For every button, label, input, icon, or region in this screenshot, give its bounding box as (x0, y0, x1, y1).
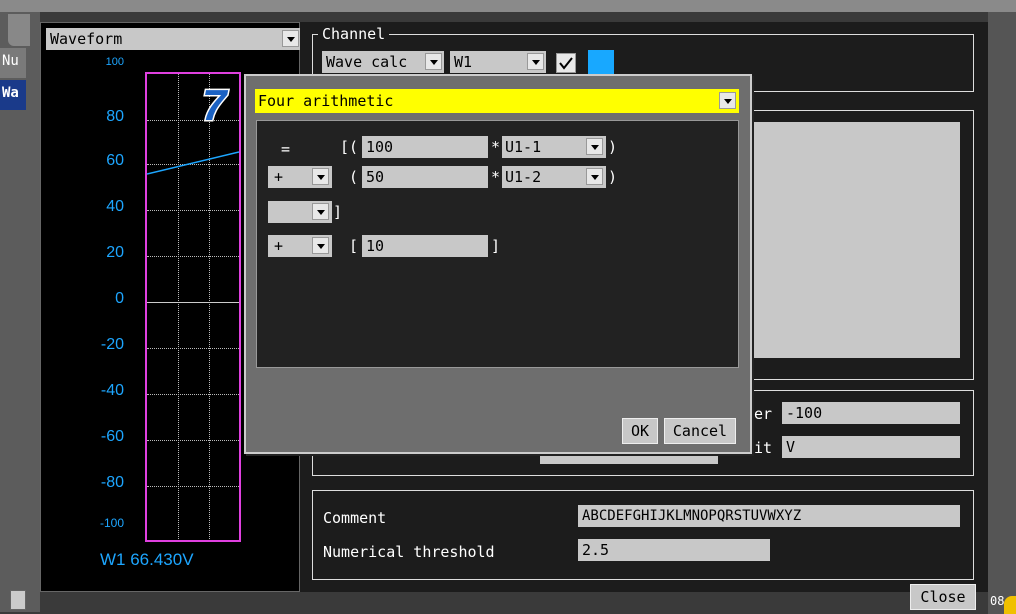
threshold-field[interactable]: 2.5 (578, 539, 770, 561)
channel-select[interactable]: W1 (450, 51, 546, 73)
cancel-button[interactable]: Cancel (664, 418, 736, 444)
multiply-sign: * (491, 168, 501, 186)
chevron-down-icon[interactable] (586, 138, 603, 155)
channel-legend: Channel (318, 25, 390, 43)
step-badge: 7 7 (198, 76, 244, 127)
tab-numerical[interactable]: Nu (0, 48, 26, 78)
grid-line-h (147, 256, 239, 257)
close-paren: ) (608, 138, 618, 156)
grid-line-h (147, 440, 239, 441)
y-tick-label: 80 (106, 108, 124, 125)
y-tick-label: 100 (105, 56, 124, 68)
chevron-down-icon[interactable] (719, 92, 736, 109)
source2-select[interactable]: U1-2 (502, 166, 606, 188)
op3-select[interactable] (268, 201, 332, 223)
y-tick-label: -100 (99, 516, 124, 530)
y-tick-label: -40 (100, 382, 124, 399)
y-tick-label: 60 (106, 152, 124, 169)
close-paren: ) (608, 168, 618, 186)
comment-group (312, 490, 974, 580)
op2-value: + (274, 168, 284, 186)
equals-sign: = (281, 140, 291, 158)
display-select[interactable]: Waveform (46, 28, 300, 50)
channel-type-select[interactable]: Wave calc (322, 51, 444, 73)
checkmark-icon (559, 57, 573, 70)
multiply-sign: * (491, 138, 501, 156)
op4-value: + (274, 237, 284, 255)
coef1-field[interactable]: 100 (362, 136, 488, 158)
chevron-down-icon[interactable] (282, 30, 299, 47)
constant-field[interactable]: 10 (362, 235, 488, 257)
chevron-down-icon[interactable] (312, 237, 329, 254)
open-bracket: [ (349, 237, 359, 255)
chevron-down-icon[interactable] (586, 168, 603, 185)
source1-select[interactable]: U1-1 (502, 136, 606, 158)
left-rail-tab-top (8, 14, 30, 46)
grid-line-h (147, 486, 239, 487)
unit-field[interactable]: V (782, 436, 960, 458)
chevron-down-icon[interactable] (527, 53, 544, 70)
y-tick-label: -20 (100, 336, 124, 353)
operation-value: Four arithmetic (258, 92, 394, 110)
grid-line-h (147, 394, 239, 395)
y-tick-label: -80 (100, 474, 124, 491)
tab-numerical-label: Nu (2, 53, 19, 69)
y-tick-label: -60 (100, 428, 124, 445)
y-tick-label: 20 (106, 244, 124, 261)
waveform-trace (147, 151, 239, 175)
op2-select[interactable]: + (268, 166, 332, 188)
source1-value: U1-1 (505, 138, 542, 156)
chevron-down-icon[interactable] (312, 168, 329, 185)
y-tick-label: 0 (115, 290, 124, 307)
y-tick-label: 40 (106, 198, 124, 215)
ok-button[interactable]: OK (622, 418, 658, 444)
comment-label: Comment (323, 509, 387, 527)
tab-waveform[interactable]: Wa (0, 80, 26, 110)
top-bar (0, 0, 1016, 12)
open-bracket: [( (340, 138, 359, 156)
close-bracket: ] (491, 237, 501, 255)
lower-limit-field[interactable]: -100 (782, 402, 960, 424)
grid-line-h (147, 210, 239, 211)
channel-value: W1 (454, 53, 473, 71)
close-bracket: ] (333, 203, 343, 221)
sd-card-icon (10, 590, 26, 610)
zero-line (147, 302, 239, 303)
channel-enable-checkbox[interactable] (556, 53, 576, 73)
hidden-field-strip (540, 456, 718, 464)
right-bar (988, 12, 1016, 614)
channel-type-value: Wave calc (326, 53, 408, 71)
value-readout: W1 66.430V (100, 550, 194, 569)
corner-text: 08 (990, 594, 1005, 608)
lower-limit-label: er (754, 405, 773, 423)
comment-field[interactable]: ABCDEFGHIJKLMNOPQRSTUVWXYZ (578, 505, 960, 527)
channel-color-swatch[interactable] (588, 50, 614, 76)
chevron-down-icon[interactable] (312, 203, 329, 220)
op4-select[interactable]: + (268, 235, 332, 257)
coef2-field[interactable]: 50 (362, 166, 488, 188)
threshold-label: Numerical threshold (323, 543, 495, 561)
close-button[interactable]: Close (910, 584, 976, 610)
chevron-down-icon[interactable] (425, 53, 442, 70)
operation-select[interactable]: Four arithmetic (255, 89, 739, 113)
step-7-badge: 7 (201, 80, 231, 127)
tab-waveform-label: Wa (2, 85, 19, 101)
svg-text:7: 7 (202, 81, 229, 126)
unit-label: it (754, 439, 773, 457)
indicator-icon (1004, 596, 1016, 614)
source2-value: U1-2 (505, 168, 542, 186)
grid-line-h (147, 348, 239, 349)
open-paren: ( (349, 168, 359, 186)
display-select-value: Waveform (50, 30, 123, 48)
expression-preview (754, 122, 960, 358)
